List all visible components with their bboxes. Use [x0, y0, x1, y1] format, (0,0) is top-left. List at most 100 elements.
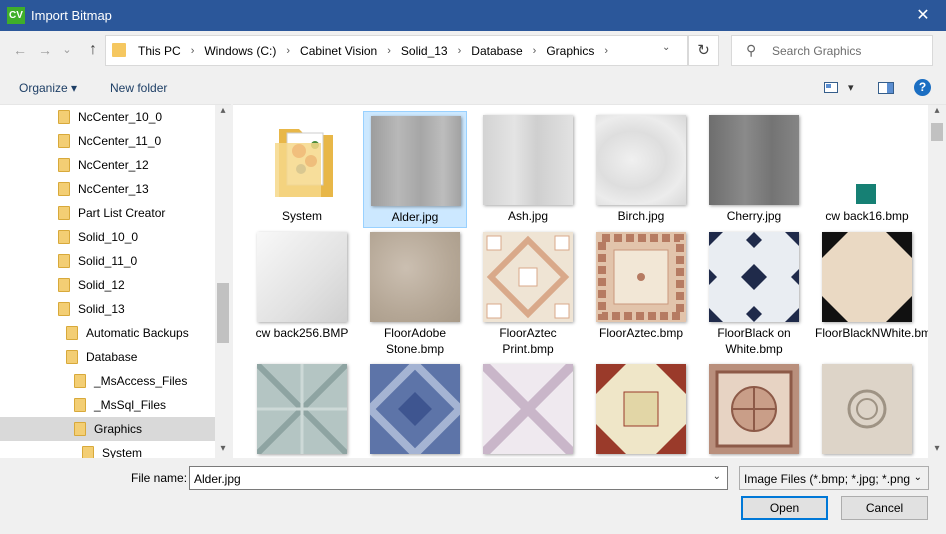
refresh-button[interactable]: ↻: [688, 35, 719, 66]
file-name-label: File name:: [131, 471, 188, 485]
tree-item-solid-11-0[interactable]: Solid_11_0: [0, 249, 215, 273]
forward-button[interactable]: →: [35, 40, 55, 60]
image-thumbnail: [483, 364, 573, 454]
nav-scrollbar-thumb[interactable]: [217, 283, 229, 343]
image-thumbnail: [709, 232, 799, 322]
file-item-flooraztec-print[interactable]: FloorAztec Print.bmp: [476, 228, 580, 356]
file-item-floorblack-on-white[interactable]: FloorBlack on White.bmp: [702, 228, 806, 356]
breadcrumb-windows-c[interactable]: Windows (C:): [202, 44, 278, 58]
view-icon[interactable]: [824, 82, 838, 96]
image-thumbnail: [483, 115, 573, 205]
file-item[interactable]: [250, 360, 354, 458]
scroll-up-button[interactable]: ▴: [215, 105, 231, 119]
folder-icon: [58, 230, 70, 244]
tree-item-nccenter-13[interactable]: NcCenter_13: [0, 177, 215, 201]
file-scrollbar-thumb[interactable]: [931, 123, 943, 141]
file-item-flooradobe-stone[interactable]: FloorAdobe Stone.bmp: [363, 228, 467, 356]
tree-item-mssql-files[interactable]: _MsSql_Files: [0, 393, 215, 417]
tree-item-nccenter-12[interactable]: NcCenter_12: [0, 153, 215, 177]
chevron-down-icon[interactable]: ⌄: [662, 42, 670, 53]
file-item-alder[interactable]: Alder.jpg: [363, 111, 467, 228]
breadcrumb-graphics[interactable]: Graphics: [544, 44, 596, 58]
tree-item-solid-13[interactable]: Solid_13: [0, 297, 215, 321]
open-button[interactable]: Open: [741, 496, 828, 520]
folder-icon: [74, 398, 86, 412]
file-type-value[interactable]: Image Files (*.bmp; *.jpg; *.png: [744, 472, 910, 486]
image-thumbnail: [371, 116, 461, 206]
folder-icon: [58, 182, 70, 196]
file-item[interactable]: [589, 360, 693, 458]
file-item-cw-back16[interactable]: cw back16.bmp: [815, 111, 919, 228]
scroll-down-button[interactable]: ▾: [928, 443, 946, 457]
address-bar[interactable]: This PC › Windows (C:) › Cabinet Vision …: [105, 35, 688, 66]
scroll-up-button[interactable]: ▴: [928, 105, 946, 119]
chevron-down-icon[interactable]: ⌄: [914, 472, 922, 483]
folder-icon: [82, 446, 94, 458]
tree-item-label: System: [102, 446, 143, 458]
tree-item-nccenter-11-0[interactable]: NcCenter_11_0: [0, 129, 215, 153]
file-item-cw-back256[interactable]: cw back256.BMP: [250, 228, 354, 345]
file-item-label: Ash.jpg: [507, 209, 549, 223]
tree-item-solid-12[interactable]: Solid_12: [0, 273, 215, 297]
file-item-system[interactable]: System: [250, 111, 354, 228]
file-name-field[interactable]: Alder.jpg ⌄: [189, 466, 728, 490]
image-thumbnail: [483, 232, 573, 322]
file-item-label: Birch.jpg: [617, 209, 665, 223]
file-name-value[interactable]: Alder.jpg: [194, 472, 241, 486]
close-button[interactable]: ✕: [900, 0, 946, 31]
tree-item-database[interactable]: Database: [0, 345, 215, 369]
tree-item-label: NcCenter_13: [78, 182, 149, 196]
file-item-cherry[interactable]: Cherry.jpg: [702, 111, 806, 228]
chevron-right-icon[interactable]: ›: [379, 45, 399, 57]
search-input[interactable]: ⚲ Search Graphics: [731, 35, 933, 66]
chevron-right-icon[interactable]: ›: [278, 45, 298, 57]
navigation-pane[interactable]: NcCenter_10_0 NcCenter_11_0 NcCenter_12 …: [0, 104, 231, 458]
up-button[interactable]: ↑: [83, 40, 103, 60]
breadcrumb-cabinet-vision[interactable]: Cabinet Vision: [298, 44, 379, 58]
recent-locations-button[interactable]: ⌄: [57, 40, 77, 60]
back-button[interactable]: ←: [10, 40, 30, 60]
folder-icon: [74, 422, 86, 436]
app-icon: CV: [7, 7, 25, 24]
view-options-dropdown[interactable]: ▾: [848, 81, 854, 94]
file-scrollbar[interactable]: ▴ ▾: [928, 105, 946, 458]
file-item[interactable]: [476, 360, 580, 458]
preview-pane-icon[interactable]: [878, 82, 894, 97]
cancel-button[interactable]: Cancel: [841, 496, 928, 520]
help-icon[interactable]: ?: [914, 79, 931, 96]
file-item[interactable]: [702, 360, 806, 458]
tree-item-nccenter-10-0[interactable]: NcCenter_10_0: [0, 105, 215, 129]
file-type-select[interactable]: Image Files (*.bmp; *.jpg; *.png ⌄: [739, 466, 929, 490]
file-list-pane[interactable]: System Alder.jpg Ash.jpg Birch.jpg Cherr…: [233, 104, 946, 458]
scroll-down-button[interactable]: ▾: [215, 443, 231, 457]
file-item-birch[interactable]: Birch.jpg: [589, 111, 693, 228]
tree-item-system[interactable]: System: [0, 441, 215, 458]
file-item[interactable]: [815, 360, 919, 458]
tree-item-solid-10-0[interactable]: Solid_10_0: [0, 225, 215, 249]
chevron-right-icon[interactable]: ›: [525, 45, 545, 57]
file-item-flooraztec[interactable]: FloorAztec.bmp: [589, 228, 693, 345]
tree-item-label: NcCenter_11_0: [78, 134, 162, 148]
file-item-floorblacknwhite[interactable]: FloorBlackNWhite.bmp: [815, 228, 938, 345]
file-item-label: Alder.jpg: [391, 210, 439, 224]
title-bar: CV Import Bitmap ✕: [0, 0, 946, 31]
nav-scrollbar[interactable]: ▴ ▾: [215, 105, 231, 458]
file-item-ash[interactable]: Ash.jpg: [476, 111, 580, 228]
folder-icon: [112, 43, 126, 57]
tree-item-automatic-backups[interactable]: Automatic Backups: [0, 321, 215, 345]
chevron-down-icon[interactable]: ⌄: [713, 471, 721, 482]
tree-item-graphics[interactable]: Graphics: [0, 417, 215, 441]
chevron-right-icon[interactable]: ›: [183, 45, 203, 57]
tree-item-msaccess-files[interactable]: _MsAccess_Files: [0, 369, 215, 393]
breadcrumb-this-pc[interactable]: This PC: [136, 44, 183, 58]
tree-item-part-list-creator[interactable]: Part List Creator: [0, 201, 215, 225]
breadcrumb: This PC › Windows (C:) › Cabinet Vision …: [136, 36, 616, 65]
chevron-right-icon[interactable]: ›: [450, 45, 470, 57]
file-item[interactable]: [363, 360, 467, 458]
folder-icon: [58, 302, 70, 316]
new-folder-button[interactable]: New folder: [110, 81, 167, 95]
organize-button[interactable]: Organize ▾: [19, 81, 77, 95]
breadcrumb-database[interactable]: Database: [469, 44, 524, 58]
chevron-right-icon[interactable]: ›: [596, 45, 616, 57]
breadcrumb-solid-13[interactable]: Solid_13: [399, 44, 450, 58]
